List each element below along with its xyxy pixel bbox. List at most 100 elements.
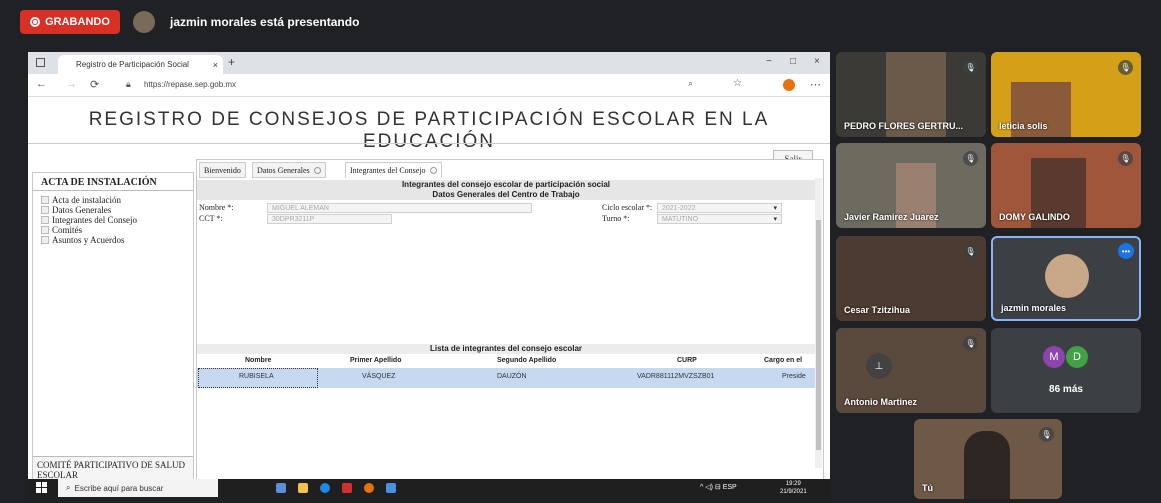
mic-off-icon: 🎙︎ — [1118, 151, 1133, 166]
minimize-button[interactable]: − — [766, 56, 772, 67]
back-icon[interactable]: ← — [36, 78, 47, 90]
avatar — [1045, 254, 1089, 298]
mic-off-icon: 🎙︎ — [963, 244, 978, 259]
app-icon[interactable] — [386, 483, 396, 493]
participant-tile[interactable]: ⊥ 🎙︎ Antonio Martinez — [836, 328, 986, 413]
chrome-icon[interactable] — [364, 483, 374, 493]
participant-tile[interactable]: 🎙︎ PEDRO FLORES GERTRU... — [836, 52, 986, 137]
forward-icon[interactable]: → — [66, 78, 77, 90]
page-title: REGISTRO DE CONSEJOS DE PARTICIPACIÓN ES… — [88, 109, 770, 152]
participant-name: Javier Ramirez Juarez — [844, 212, 939, 222]
pin-icon[interactable]: ⊥ — [866, 353, 892, 379]
sidebar: ACTA DE INSTALACIÓN Acta de instalación … — [32, 172, 194, 489]
browser-tab[interactable]: Registro de Participación Social × — [58, 55, 223, 74]
more-participants-label: 86 más — [1049, 384, 1083, 395]
cell-cargo: Preside — [782, 373, 806, 380]
col-cargo[interactable]: Cargo en el — [764, 357, 802, 364]
self-tile[interactable]: 🎙︎ Tú — [914, 419, 1062, 499]
reload-icon[interactable]: ⟳ — [90, 78, 99, 91]
new-tab-button[interactable]: + — [228, 55, 235, 69]
participant-name: Tú — [922, 483, 933, 493]
menu-icon[interactable]: ⋯ — [810, 78, 821, 91]
mic-off-icon: 🎙︎ — [1039, 427, 1054, 442]
close-tab-icon[interactable] — [429, 166, 437, 174]
participant-name: DOMY GALINDO — [999, 212, 1070, 222]
tab-actions-icon[interactable] — [36, 58, 45, 67]
participant-tile[interactable]: 🎙︎ leticia solis — [991, 52, 1141, 137]
mic-off-icon: 🎙︎ — [1118, 60, 1133, 75]
recording-badge: GRABANDO — [20, 10, 120, 34]
system-tray[interactable]: ^ ◁) ⊟ ESP — [700, 483, 737, 491]
profile-icon[interactable] — [783, 79, 795, 91]
record-icon — [30, 17, 41, 27]
search-icon[interactable]: ⌕ — [688, 78, 693, 89]
tab-title: Registro de Participación Social — [76, 60, 189, 69]
search-icon: ⌕ — [66, 483, 71, 492]
language-indicator: ESP — [722, 484, 737, 491]
tab-integrantes[interactable]: Integrantes del Consejo — [345, 162, 442, 178]
col-segundo-apellido[interactable]: Segundo Apellido — [497, 357, 556, 364]
sidebar-item-datos[interactable]: Datos Generales — [41, 205, 111, 215]
sidebar-item-asuntos[interactable]: Asuntos y Acuerdos — [41, 235, 125, 245]
taskbar-search[interactable]: ⌕ Escribe aquí para buscar — [58, 479, 218, 497]
turno-select[interactable]: MATUTINO ▾ — [657, 214, 782, 224]
cell-segundo-apellido: DAUZÓN — [497, 373, 527, 380]
sidebar-item-integrantes[interactable]: Integrantes del Consejo — [41, 215, 137, 225]
taskbar: ⌕ Escribe aquí para buscar ^ ◁) ⊟ ESP 19… — [28, 479, 830, 497]
more-participants-tile[interactable]: M D 86 más — [991, 328, 1141, 413]
taskbar-search-placeholder: Escribe aquí para buscar — [74, 483, 164, 493]
sidebar-item-label: Comités — [52, 225, 83, 235]
participant-tile[interactable]: 🎙︎ Javier Ramirez Juarez — [836, 143, 986, 228]
nombre-field[interactable]: MIGUEL ALEMAN — [267, 203, 532, 213]
address-bar-row: ← → ⟳ 🔒︎ https://repase.sep.gob.mx ⌕ ☆ ⋯ — [28, 74, 830, 97]
dropdown-icon: ▾ — [773, 205, 777, 212]
sidebar-item-comites[interactable]: Comités — [41, 225, 82, 235]
tab-bienvenido[interactable]: Bienvenido — [199, 162, 246, 178]
scroll-thumb[interactable] — [816, 220, 821, 450]
divider — [28, 143, 830, 144]
edge-icon[interactable] — [320, 483, 330, 493]
file-explorer-icon[interactable] — [298, 483, 308, 493]
windows-start-icon[interactable] — [36, 482, 47, 493]
cct-field[interactable]: 30DPR3211P — [267, 214, 392, 224]
section-heading: Integrantes del consejo escolar de parti… — [197, 180, 815, 190]
recording-label: GRABANDO — [45, 16, 110, 28]
ciclo-select[interactable]: 2021-2022 ▾ — [657, 203, 782, 213]
favorite-icon[interactable]: ☆ — [733, 78, 742, 89]
more-options-icon[interactable]: ••• — [1118, 243, 1134, 259]
participant-name: Cesar Tzitzihua — [844, 305, 911, 315]
app-icon[interactable] — [276, 483, 286, 493]
url-field[interactable]: https://repase.sep.gob.mx — [144, 80, 236, 89]
pdf-icon[interactable] — [342, 483, 352, 493]
cell-nombre: RUBISELA — [239, 373, 274, 380]
page-icon — [41, 206, 49, 214]
tab-datos-generales[interactable]: Datos Generales — [252, 162, 326, 178]
section-subheading: Datos Generales del Centro de Trabajo — [197, 190, 815, 200]
presenter-avatar — [133, 11, 155, 33]
participant-name: PEDRO FLORES GERTRU... — [844, 121, 964, 131]
clock[interactable]: 19:29 21/9/2021 — [780, 480, 807, 496]
col-nombre[interactable]: Nombre — [245, 357, 271, 364]
participant-tile[interactable]: 🎙︎ Cesar Tzitzihua — [836, 236, 986, 321]
table-row[interactable]: RUBISELA VÁSQUEZ DAUZÓN VADR881112MVZSZB… — [197, 368, 815, 388]
mic-off-icon: 🎙︎ — [963, 60, 978, 75]
mic-off-icon: 🎙︎ — [963, 336, 978, 351]
lock-icon: 🔒︎ — [126, 79, 131, 89]
list-heading: Lista de integrantes del consejo escolar — [197, 344, 815, 354]
sidebar-item-label: Asuntos y Acuerdos — [52, 235, 125, 245]
page-icon — [41, 216, 49, 224]
col-primer-apellido[interactable]: Primer Apellido — [350, 357, 401, 364]
maximize-button[interactable]: □ — [790, 56, 796, 67]
cell-primer-apellido: VÁSQUEZ — [362, 373, 396, 380]
date: 21/9/2021 — [780, 489, 807, 495]
shared-screen: Registro de Participación Social × + − □… — [28, 52, 830, 497]
participant-tile-active[interactable]: ••• jazmin morales — [991, 236, 1141, 321]
tab-close-icon[interactable]: × — [213, 60, 223, 70]
sidebar-item-label: Integrantes del Consejo — [52, 215, 137, 225]
close-window-button[interactable]: × — [814, 56, 820, 67]
time: 19:29 — [785, 481, 801, 487]
sidebar-item-acta[interactable]: Acta de instalación — [41, 195, 121, 205]
participant-tile[interactable]: 🎙︎ DOMY GALINDO — [991, 143, 1141, 228]
col-curp[interactable]: CURP — [677, 357, 697, 364]
close-tab-icon[interactable] — [313, 166, 321, 174]
